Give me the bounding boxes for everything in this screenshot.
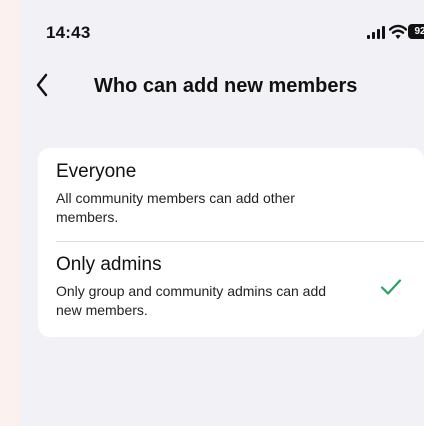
option-everyone[interactable]: Everyone All community members can add o… (38, 148, 424, 242)
option-title: Everyone (56, 161, 137, 182)
back-button[interactable] (28, 68, 56, 102)
option-description: Only group and community admins can add … (56, 283, 327, 318)
signal-bars-icon (367, 26, 387, 39)
option-only-admins[interactable]: Only admins Only group and community adm… (38, 242, 424, 337)
phone-screen: 14:43 92 Who can add new members Everyon… (20, 0, 424, 426)
status-bar: 14:43 92 (20, 0, 424, 64)
status-time: 14:43 (46, 23, 91, 42)
chevron-left-icon (36, 73, 48, 97)
battery-level: 92 (414, 26, 424, 37)
page-title: Who can add new members (94, 75, 358, 97)
checkmark-icon (380, 279, 402, 295)
option-description: All community members can add other memb… (56, 190, 295, 225)
wifi-icon (389, 24, 407, 39)
option-title: Only admins (56, 254, 162, 275)
member-permissions-card: Everyone All community members can add o… (38, 148, 424, 337)
navigation-bar: Who can add new members (20, 62, 424, 110)
battery-icon: 92 (408, 24, 424, 39)
